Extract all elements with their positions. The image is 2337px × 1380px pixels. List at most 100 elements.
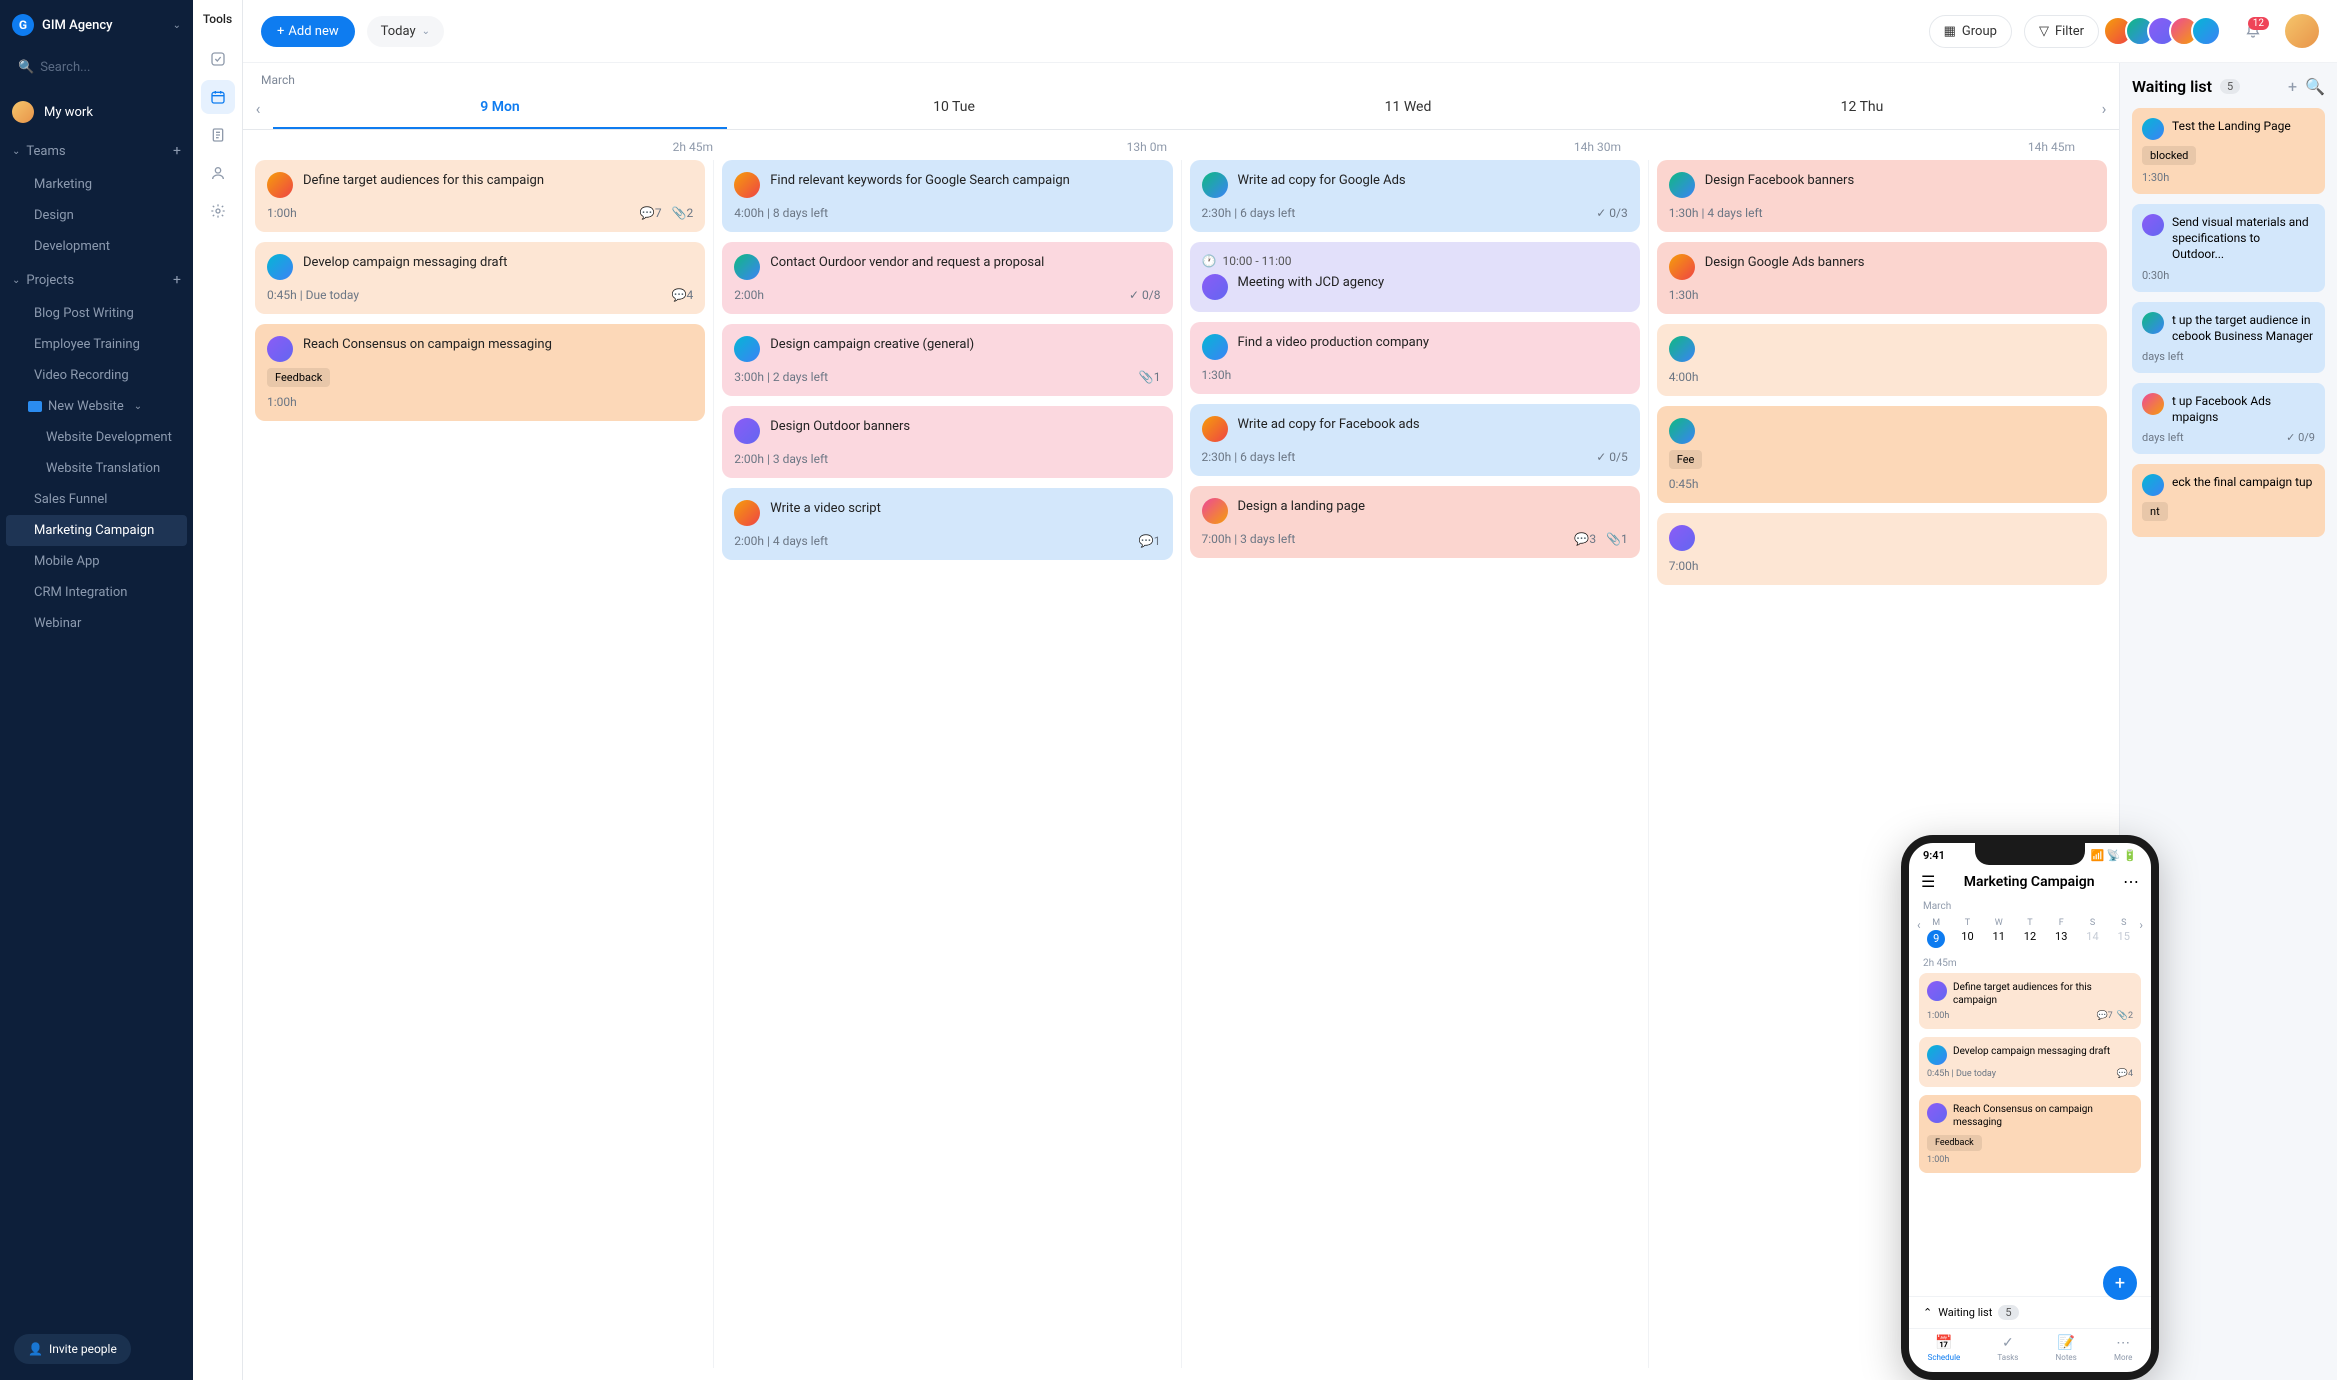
task-card[interactable]: Fee 0:45h	[1657, 406, 2107, 503]
card-time: 2:30h | 6 days left	[1202, 206, 1296, 220]
task-card[interactable]: 4:00h	[1657, 324, 2107, 396]
team-item[interactable]: Design	[6, 200, 187, 231]
prev-week-button[interactable]: ‹	[243, 99, 273, 118]
calendar-day[interactable]: 11 Wed	[1181, 87, 1635, 129]
task-card[interactable]: Design a landing page 7:00h | 3 days lef…	[1190, 486, 1640, 558]
task-card[interactable]: Find a video production company 1:30h	[1190, 322, 1640, 394]
plus-icon[interactable]: +	[173, 272, 181, 288]
card-time: 2:00h	[734, 288, 764, 302]
next-week-icon[interactable]: ›	[2139, 918, 2143, 948]
task-card[interactable]: Define target audiences for this campaig…	[255, 160, 705, 232]
chevron-up-icon: ⌃	[1923, 1306, 1932, 1319]
waiting-card[interactable]: Test the Landing Page blocked 1:30h	[2132, 108, 2325, 194]
task-card[interactable]: Write a video script 2:00h | 4 days left…	[722, 488, 1172, 560]
search-icon[interactable]: 🔍	[2305, 77, 2325, 96]
team-item[interactable]: Development	[6, 231, 187, 262]
project-item[interactable]: Video Recording	[6, 360, 187, 391]
project-item[interactable]: Website Translation	[6, 453, 187, 484]
calendar-day[interactable]: 9 Mon	[273, 87, 727, 129]
phone-day[interactable]: F13	[2046, 918, 2077, 948]
phone-tab-tasks[interactable]: ✓Tasks	[1997, 1335, 2018, 1362]
phone-day[interactable]: S15	[2108, 918, 2139, 948]
phone-day[interactable]: S14	[2077, 918, 2108, 948]
phone-waiting-toggle[interactable]: ⌃ Waiting list 5	[1909, 1296, 2151, 1328]
section-label: Projects	[26, 273, 74, 288]
add-new-button[interactable]: + Add new	[261, 16, 355, 47]
task-card[interactable]: Design Facebook banners 1:30h | 4 days l…	[1657, 160, 2107, 232]
group-button[interactable]: ▦ Group	[1929, 15, 2012, 48]
avatar	[1202, 498, 1228, 524]
phone-tab-notes[interactable]: 📝Notes	[2056, 1335, 2077, 1362]
notes-icon[interactable]	[201, 118, 235, 152]
avatar	[734, 172, 760, 198]
project-item[interactable]: Blog Post Writing	[6, 298, 187, 329]
task-card[interactable]: 🕐10:00 - 11:00 Meeting with JCD agency	[1190, 242, 1640, 312]
next-week-button[interactable]: ›	[2089, 99, 2119, 118]
waiting-card[interactable]: t up Facebook Ads mpaigns days left✓ 0/9	[2132, 383, 2325, 454]
avatar	[1669, 525, 1695, 551]
phone-wait-label: Waiting list	[1938, 1306, 1992, 1319]
current-user-avatar[interactable]	[2285, 14, 2319, 48]
task-card[interactable]: Develop campaign messaging draft 0:45h |…	[255, 242, 705, 314]
phone-day[interactable]: M9	[1921, 918, 1952, 948]
phone-time: 9:41	[1923, 849, 1945, 862]
waiting-card[interactable]: eck the final campaign tup nt	[2132, 464, 2325, 537]
card-title: Reach Consensus on campaign messaging	[1953, 1103, 2133, 1129]
card-title: Define target audiences for this campaig…	[1953, 981, 2133, 1007]
filter-button[interactable]: ▽ Filter	[2024, 15, 2099, 48]
task-card[interactable]: Design Google Ads banners 1:30h	[1657, 242, 2107, 314]
people-icon[interactable]	[201, 156, 235, 190]
task-card[interactable]: Find relevant keywords for Google Search…	[722, 160, 1172, 232]
project-item[interactable]: Mobile App	[6, 546, 187, 577]
phone-add-button[interactable]: +	[2103, 1266, 2137, 1300]
phone-task-card[interactable]: Develop campaign messaging draft 0:45h |…	[1919, 1037, 2141, 1087]
calendar-day[interactable]: 10 Tue	[727, 87, 1181, 129]
mywork-link[interactable]: My work	[0, 91, 193, 133]
team-item[interactable]: Marketing	[6, 169, 187, 200]
phone-task-card[interactable]: Define target audiences for this campaig…	[1919, 973, 2141, 1029]
phone-day[interactable]: W11	[1983, 918, 2014, 948]
task-card[interactable]: Design Outdoor banners 2:00h | 3 days le…	[722, 406, 1172, 478]
notifications-button[interactable]: 12	[2245, 23, 2261, 39]
checklist-icon: ✓ 0/8	[1129, 288, 1160, 302]
more-icon[interactable]: ⋯	[2123, 872, 2139, 891]
phone-day[interactable]: T12	[2014, 918, 2045, 948]
project-item[interactable]: CRM Integration	[6, 577, 187, 608]
project-item[interactable]: Employee Training	[6, 329, 187, 360]
filter-label: Filter	[2055, 24, 2084, 39]
teams-section[interactable]: ⌄ Teams +	[0, 133, 193, 169]
calendar-icon[interactable]	[201, 80, 235, 114]
projects-section[interactable]: ⌄ Projects +	[0, 262, 193, 298]
avatar-stack[interactable]	[2111, 16, 2221, 46]
invite-label: Invite people	[49, 1342, 117, 1356]
invite-button[interactable]: 👤 Invite people	[14, 1334, 131, 1364]
task-card[interactable]: Write ad copy for Facebook ads 2:30h | 6…	[1190, 404, 1640, 476]
task-card[interactable]: Reach Consensus on campaign messaging Fe…	[255, 324, 705, 421]
plus-icon[interactable]: +	[2288, 77, 2297, 96]
project-item[interactable]: Website Development	[6, 422, 187, 453]
phone-task-card[interactable]: Reach Consensus on campaign messaging Fe…	[1919, 1095, 2141, 1173]
menu-icon[interactable]: ☰	[1921, 872, 1935, 891]
task-card[interactable]: Write ad copy for Google Ads 2:30h | 6 d…	[1190, 160, 1640, 232]
calendar-day[interactable]: 12 Thu	[1635, 87, 2089, 129]
phone-tab-more[interactable]: ⋯More	[2114, 1335, 2132, 1362]
project-item[interactable]: Sales Funnel	[6, 484, 187, 515]
task-card[interactable]: Design campaign creative (general) 3:00h…	[722, 324, 1172, 396]
today-button[interactable]: Today ⌄	[367, 16, 444, 47]
waiting-card[interactable]: Send visual materials and specifications…	[2132, 204, 2325, 292]
phone-tab-schedule[interactable]: 📅Schedule	[1928, 1335, 1961, 1362]
project-item[interactable]: Marketing Campaign	[6, 515, 187, 546]
phone-day[interactable]: T10	[1952, 918, 1983, 948]
task-card[interactable]: 7:00h	[1657, 513, 2107, 585]
waiting-card[interactable]: t up the target audience in cebook Busin…	[2132, 302, 2325, 373]
task-card[interactable]: Contact Ourdoor vendor and request a pro…	[722, 242, 1172, 314]
project-folder[interactable]: New Website⌄	[0, 391, 193, 422]
checkbox-icon[interactable]	[201, 42, 235, 76]
chevron-down-icon: ⌄	[173, 20, 181, 31]
group-label: Group	[1962, 24, 1997, 39]
search-input[interactable]: 🔍 Search...	[10, 54, 183, 81]
org-switcher[interactable]: G GIM Agency ⌄	[0, 0, 193, 50]
project-item[interactable]: Webinar	[6, 608, 187, 639]
settings-icon[interactable]	[201, 194, 235, 228]
plus-icon[interactable]: +	[173, 143, 181, 159]
